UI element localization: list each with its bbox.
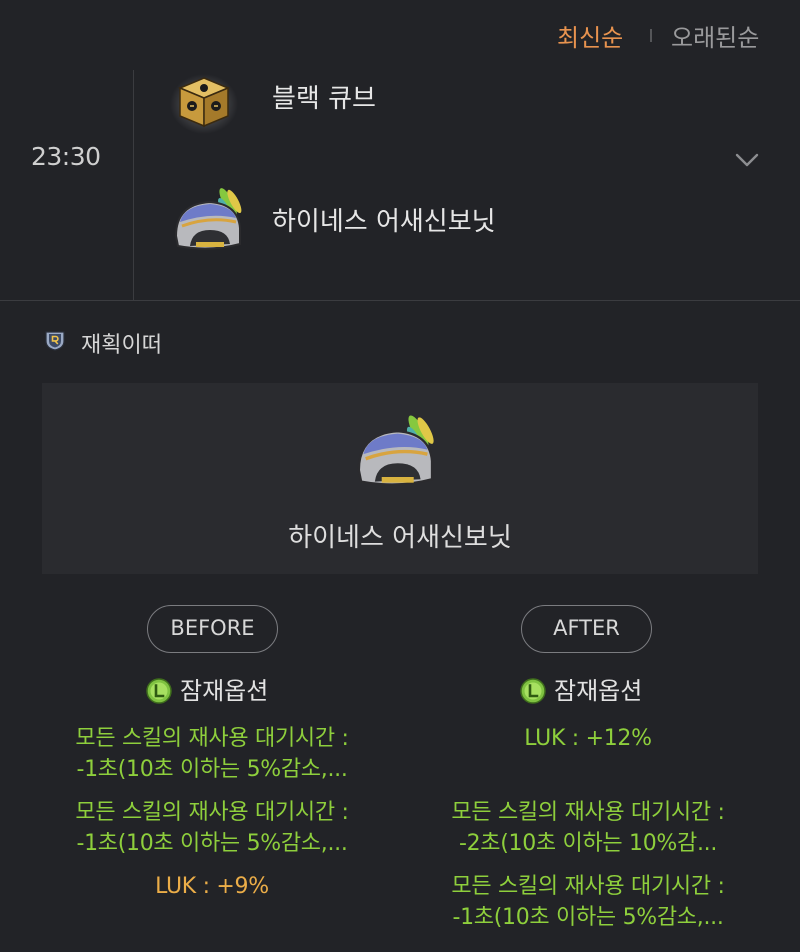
after-options: LUK : +12% 모든 스킬의 재사용 대기시간 : -2초(10초 이하는… — [402, 723, 774, 933]
chevron-down-icon[interactable] — [733, 146, 761, 174]
sort-oldest-button[interactable]: 오래된순 — [671, 18, 759, 53]
item-card: 하이네스 어새신보닛 — [42, 383, 758, 574]
option-line: 모든 스킬의 재사용 대기시간 : — [451, 874, 725, 899]
sort-newest-button[interactable]: 최신순 — [557, 18, 623, 53]
assassin-bonnet-icon — [174, 188, 242, 250]
item-name: 하이네스 어새신보닛 — [272, 207, 496, 237]
sort-divider — [650, 29, 652, 42]
before-pill: BEFORE — [147, 605, 278, 653]
after-option-title: 잠재옵션 — [520, 671, 642, 705]
option-line: 모든 스킬의 재사용 대기시간 : — [75, 800, 349, 825]
after-option-title-text: 잠재옵션 — [554, 677, 643, 705]
before-option-title-text: 잠재옵션 — [180, 677, 269, 705]
after-pill: AFTER — [521, 605, 652, 653]
option-line: -2초(10초 이하는 10%감... — [458, 831, 718, 856]
option-line: -1초(10초 이하는 5%감소,... — [452, 905, 724, 930]
option-line: 모든 스킬의 재사용 대기시간 : — [451, 800, 725, 825]
sort-bar: 최신순 오래된순 — [0, 0, 800, 70]
server-name: 재획이떠 — [81, 333, 162, 358]
card-item-name: 하이네스 어새신보닛 — [288, 523, 512, 553]
black-cube-icon — [170, 74, 238, 134]
option-line: 모든 스킬의 재사용 대기시간 : — [75, 726, 349, 751]
option-line: -1초(10초 이하는 5%감소,... — [76, 831, 348, 856]
reboot-server-icon — [45, 331, 65, 351]
option-line: LUK : +9% — [155, 874, 269, 899]
assassin-bonnet-icon — [357, 415, 434, 486]
option-line: -1초(10초 이하는 5%감소,... — [76, 757, 348, 782]
before-options: 모든 스킬의 재사용 대기시간 : -1초(10초 이하는 5%감소,... 모… — [26, 723, 398, 902]
timeline-divider — [133, 70, 134, 300]
legendary-grade-icon — [146, 678, 172, 704]
row-divider — [0, 300, 800, 301]
history-time: 23:30 — [31, 142, 101, 171]
legendary-grade-icon — [520, 678, 546, 704]
option-line: LUK : +12% — [524, 726, 652, 751]
before-option-title: 잠재옵션 — [146, 671, 268, 705]
cube-name: 블랙 큐브 — [272, 84, 376, 114]
